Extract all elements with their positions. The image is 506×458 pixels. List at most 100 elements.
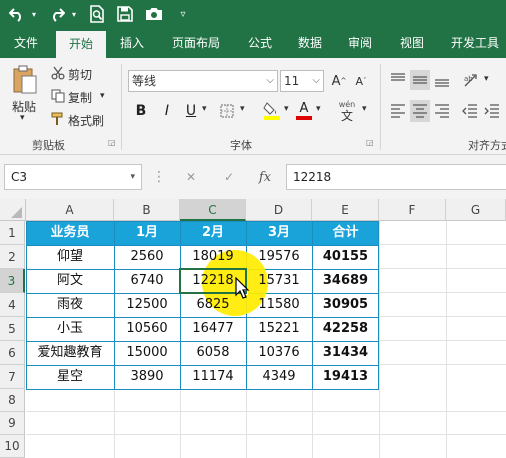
table-cell-total[interactable]: 19413: [312, 365, 379, 389]
insert-function-icon[interactable]: fx: [252, 164, 278, 190]
fill-color-dropdown-icon[interactable]: ▾: [284, 104, 289, 114]
table-cell-total[interactable]: 40155: [312, 245, 379, 269]
row-header-4[interactable]: 4: [0, 293, 25, 317]
increase-font-size-icon[interactable]: A ^: [330, 70, 348, 92]
table-cell[interactable]: 10376: [246, 341, 312, 365]
table-cell[interactable]: 19576: [246, 245, 312, 269]
tab-formulas[interactable]: 公式: [238, 28, 282, 58]
phonetic-dropdown-icon[interactable]: ▾: [362, 104, 367, 114]
font-color-dropdown-icon[interactable]: ▾: [316, 104, 321, 114]
redo-icon[interactable]: [46, 3, 68, 25]
table-cell[interactable]: 爱知趣教育: [26, 341, 114, 365]
paste-icon[interactable]: [8, 64, 42, 96]
align-top-icon[interactable]: [388, 70, 408, 90]
table-header-cell[interactable]: 1月: [114, 221, 180, 245]
table-cell[interactable]: 6740: [114, 269, 180, 293]
table-cell[interactable]: 2560: [114, 245, 180, 269]
table-header-cell[interactable]: 2月: [180, 221, 246, 245]
font-name-select[interactable]: 等线 ⌵: [128, 70, 278, 92]
table-cell[interactable]: 雨夜: [26, 293, 114, 317]
tab-page-layout[interactable]: 页面布局: [164, 28, 228, 58]
name-box[interactable]: C3 ▾: [4, 164, 142, 190]
table-cell[interactable]: 15221: [246, 317, 312, 341]
table-cell-total[interactable]: 31434: [312, 341, 379, 365]
column-header-b[interactable]: B: [114, 199, 180, 221]
table-cell[interactable]: 15731: [246, 269, 312, 293]
phonetic-guide-icon[interactable]: wén 文: [336, 98, 358, 124]
camera-icon[interactable]: [143, 3, 165, 25]
customize-qat-icon[interactable]: ▿: [172, 3, 194, 25]
table-cell[interactable]: 16477: [180, 317, 246, 341]
table-cell[interactable]: 仰望: [26, 245, 114, 269]
confirm-entry-icon[interactable]: ✓: [216, 164, 242, 190]
cut-button[interactable]: 剪切: [68, 66, 92, 83]
tab-home[interactable]: 开始: [56, 31, 106, 58]
table-cell[interactable]: 星空: [26, 365, 114, 389]
tab-data[interactable]: 数据: [288, 28, 332, 58]
font-color-icon[interactable]: A: [294, 100, 314, 122]
italic-icon[interactable]: I: [158, 100, 176, 122]
row-header-7[interactable]: 7: [0, 365, 25, 389]
table-cell[interactable]: 小玉: [26, 317, 114, 341]
borders-icon[interactable]: [218, 102, 236, 120]
tab-review[interactable]: 审阅: [338, 28, 382, 58]
copy-dropdown-icon[interactable]: ▾: [100, 91, 105, 101]
column-header-f[interactable]: F: [379, 199, 446, 221]
paste-dropdown-icon[interactable]: ▾: [20, 113, 25, 123]
table-cell[interactable]: 10560: [114, 317, 180, 341]
tab-insert[interactable]: 插入: [110, 28, 154, 58]
bold-icon[interactable]: B: [132, 100, 150, 122]
undo-dropdown-icon[interactable]: ▾: [28, 3, 40, 25]
font-launcher-icon[interactable]: ◲: [366, 138, 374, 147]
align-right-icon[interactable]: [432, 100, 452, 122]
table-cell-total[interactable]: 34689: [312, 269, 379, 293]
underline-icon[interactable]: U: [182, 100, 200, 122]
increase-indent-icon[interactable]: [482, 100, 502, 122]
table-cell[interactable]: 12500: [114, 293, 180, 317]
tab-file[interactable]: 文件: [4, 28, 48, 58]
copy-button[interactable]: 复制: [68, 89, 92, 106]
row-header-3[interactable]: 3: [0, 269, 25, 293]
table-cell[interactable]: 15000: [114, 341, 180, 365]
cancel-entry-icon[interactable]: ✕: [178, 164, 204, 190]
row-header-8[interactable]: 8: [0, 389, 25, 412]
decrease-font-size-icon[interactable]: Aˇ: [352, 70, 370, 92]
table-cell-total[interactable]: 30905: [312, 293, 379, 317]
column-header-d[interactable]: D: [246, 199, 312, 221]
tab-developer[interactable]: 开发工具: [446, 28, 504, 58]
align-left-icon[interactable]: [388, 100, 408, 122]
orientation-icon[interactable]: ab: [460, 70, 482, 90]
formula-input[interactable]: 12218: [286, 164, 506, 190]
fill-color-icon[interactable]: [262, 100, 282, 122]
table-cell-total[interactable]: 42258: [312, 317, 379, 341]
table-cell[interactable]: 11580: [246, 293, 312, 317]
align-center-icon[interactable]: [410, 100, 430, 122]
table-cell[interactable]: 6058: [180, 341, 246, 365]
table-cell[interactable]: 阿文: [26, 269, 114, 293]
table-header-cell[interactable]: 3月: [246, 221, 312, 245]
align-middle-icon[interactable]: [410, 70, 430, 90]
row-header-2[interactable]: 2: [0, 245, 25, 269]
row-header-10[interactable]: 10: [0, 435, 25, 458]
font-size-select[interactable]: 11 ⌵: [280, 70, 324, 92]
select-all-corner[interactable]: [0, 199, 26, 221]
clipboard-launcher-icon[interactable]: ◲: [108, 138, 116, 147]
row-header-6[interactable]: 6: [0, 341, 25, 365]
save-icon[interactable]: [114, 3, 136, 25]
column-header-g[interactable]: G: [446, 199, 506, 221]
row-header-5[interactable]: 5: [0, 317, 25, 341]
row-header-9[interactable]: 9: [0, 412, 25, 435]
format-painter-button[interactable]: 格式刷: [68, 112, 104, 129]
table-cell[interactable]: 18019: [180, 245, 246, 269]
table-cell[interactable]: 11174: [180, 365, 246, 389]
redo-dropdown-icon[interactable]: ▾: [68, 3, 80, 25]
table-header-cell[interactable]: 合计: [312, 221, 379, 245]
orientation-dropdown-icon[interactable]: ▾: [484, 74, 489, 84]
row-header-1[interactable]: 1: [0, 221, 25, 245]
column-header-a[interactable]: A: [26, 199, 114, 221]
decrease-indent-icon[interactable]: [460, 100, 480, 122]
table-cell[interactable]: 4349: [246, 365, 312, 389]
table-cell[interactable]: 3890: [114, 365, 180, 389]
undo-icon[interactable]: [6, 3, 28, 25]
column-header-c[interactable]: C: [180, 199, 246, 221]
